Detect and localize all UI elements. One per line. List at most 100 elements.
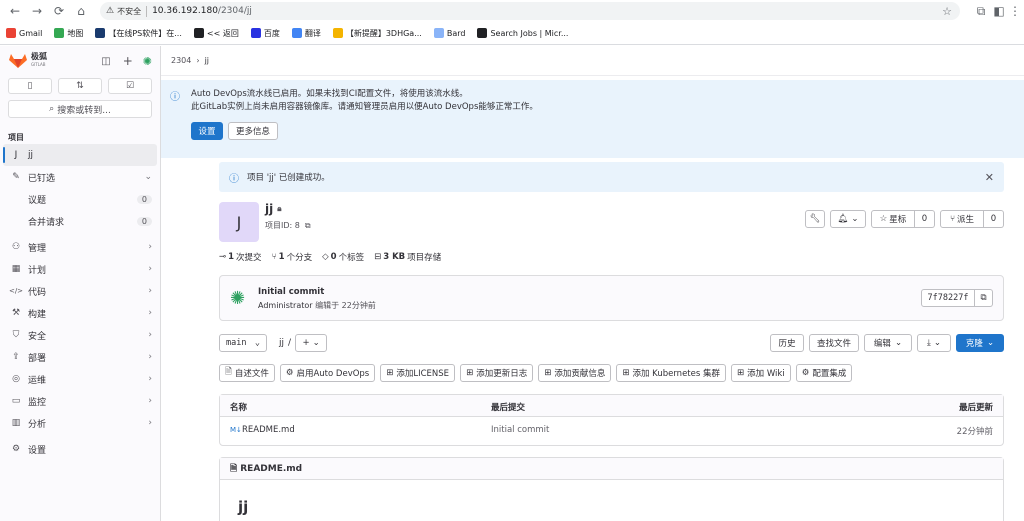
tags-count: 0	[330, 252, 337, 262]
notification-button[interactable]: 🔔︎ ⌄	[830, 210, 866, 228]
quick-action-label: 配置集成	[812, 369, 847, 379]
download-button[interactable]: ⤓ ⌄	[917, 334, 951, 352]
markdown-icon: M↓	[230, 426, 242, 434]
devops-settings-button[interactable]: 设置	[191, 122, 223, 140]
sidebar-item-merge-requests[interactable]: 合并请求 0	[0, 210, 160, 232]
address-bar[interactable]: ⚠ 不安全 10.36.192.180/2304/jj ☆	[100, 2, 960, 20]
table-row[interactable]: M↓ README.md Initial commit 22分钟前	[220, 417, 1003, 445]
file-name[interactable]: README.md	[242, 425, 295, 435]
sidebar-item-manage[interactable]: ⚇ 管理 ›	[0, 236, 160, 258]
brand-logo[interactable]: 极狐 GITLAB	[8, 53, 47, 69]
stat-storage[interactable]: ⊟ 3 KB 项目存储	[374, 251, 441, 263]
home-icon[interactable]: ⌂	[70, 1, 92, 21]
todo-button[interactable]: ▯	[8, 78, 52, 94]
forward-icon[interactable]: →	[26, 1, 48, 21]
issues-button[interactable]: ☑	[108, 78, 152, 94]
collapse-sidebar-icon[interactable]: ◫	[101, 56, 110, 67]
branch-selector[interactable]: main ⌄	[219, 334, 267, 352]
sidebar-item-settings[interactable]: ⚙ 设置	[0, 438, 160, 460]
sidebar-item-shield[interactable]: ⛉ 安全 ›	[0, 324, 160, 346]
brand-sub: GITLAB	[31, 62, 46, 67]
more-info-button[interactable]: 更多信息	[228, 122, 278, 140]
breadcrumb-project[interactable]: jj	[205, 56, 209, 65]
stat-tags[interactable]: ◇ 0 个标签	[322, 251, 364, 263]
sidebar-item-label: 分析	[28, 419, 47, 430]
edit-dropdown-button[interactable]: 编辑 ⌄	[864, 334, 912, 352]
tags-label: 个标签	[338, 253, 365, 263]
sidebar-item-project[interactable]: J jj	[3, 144, 157, 166]
bookmark-label: Bard	[446, 28, 466, 38]
star-button[interactable]: ☆ 星标	[871, 210, 915, 228]
breadcrumb-group[interactable]: 2304	[171, 56, 191, 65]
sidebar-search-button[interactable]: ⌕ 搜索或转到...	[8, 100, 152, 118]
bookmark-item[interactable]: 【新提醒】3DHGa...	[332, 28, 422, 39]
commit-sha[interactable]: 7f78227f	[921, 289, 975, 307]
success-alert: ⓘ 项目 'jj' 已创建成功。 ✕	[219, 162, 1004, 192]
file-icon: 🗎︎	[230, 463, 238, 474]
bookmark-item[interactable]: 地图	[54, 28, 83, 39]
bookmark-item[interactable]: 【在线PS软件】在...	[95, 28, 182, 39]
copy-icon[interactable]: ⧉	[305, 221, 311, 231]
bookmark-item[interactable]: Search Jobs | Micr...	[477, 28, 568, 38]
menu-icon[interactable]: ⋮	[1004, 1, 1024, 21]
commit-title[interactable]: Initial commit	[258, 287, 376, 297]
bookmark-item[interactable]: 百度	[250, 28, 280, 39]
bookmark-item[interactable]: Bard	[433, 28, 466, 38]
quick-action-button[interactable]: ⚙ 启用Auto DevOps	[279, 364, 376, 382]
merge-requests-button[interactable]: ⇅	[58, 78, 102, 94]
find-file-button[interactable]: 查找文件	[809, 334, 859, 352]
star-bookmark-icon[interactable]: ☆	[942, 5, 952, 18]
sidebar-item-deploy[interactable]: ⇪ 部署 ›	[0, 346, 160, 368]
path-project[interactable]: jj	[279, 338, 284, 348]
bookmarks-bar: Gmail 地图 【在线PS软件】在... << 返回 百度 翻译 【新提醒】3DHGa..…	[0, 24, 1024, 42]
quick-action-button[interactable]: ⊞ 添加更新日志	[460, 364, 534, 382]
history-button[interactable]: 历史	[770, 334, 804, 352]
chevron-right-icon: ›	[148, 396, 152, 406]
new-item-icon[interactable]: +	[123, 54, 133, 68]
quick-action-button[interactable]: ⊞ 添加 Wiki	[731, 364, 791, 382]
readme-filename[interactable]: README.md	[240, 464, 302, 474]
bookmark-item[interactable]: 翻译	[291, 28, 321, 39]
stat-commits[interactable]: ⊸ 1 次提交	[219, 251, 262, 263]
copy-sha-button[interactable]: ⧉	[975, 289, 993, 307]
admin-wrench-button[interactable]: 🔧︎	[805, 210, 825, 228]
user-avatar[interactable]: ✺	[143, 55, 152, 68]
project-stats: ⊸ 1 次提交 ⑂ 1 个分支 ◇ 0 个标签 ⊟ 3 KB 项目存储	[219, 250, 1004, 264]
last-commit-card: ✺ Initial commit Administrator 编辑于 22分钟前…	[219, 275, 1004, 321]
bookmark-item[interactable]: Gmail	[6, 28, 42, 38]
plus-square-icon: ⊞	[622, 368, 630, 378]
stat-branches[interactable]: ⑂ 1 个分支	[272, 251, 313, 263]
star-count[interactable]: 0	[915, 210, 935, 228]
url-path: /2304/jj	[217, 6, 252, 16]
commit-author[interactable]: Administrator	[258, 301, 313, 310]
sidebar-item-analytics[interactable]: ▥ 分析 ›	[0, 412, 160, 434]
mr-count-badge: 0	[136, 216, 152, 226]
sidebar-item-pinned[interactable]: ✎ 已钉选 ⌄	[0, 166, 160, 188]
star-label: 星标	[889, 215, 907, 225]
tag-icon: ◇	[322, 252, 329, 262]
quick-action-button[interactable]: ⊞ 添加 Kubernetes 集群	[616, 364, 726, 382]
add-to-tree-button[interactable]: + ⌄	[295, 334, 328, 352]
sidebar-item-issues[interactable]: 议题 0	[0, 188, 160, 210]
quick-action-button[interactable]: ⚙ 配置集成	[795, 364, 853, 382]
reload-icon[interactable]: ⟳	[48, 1, 70, 21]
file-table: 名称 最后提交 最后更新 M↓ README.md Initial commit…	[219, 394, 1004, 446]
clone-button[interactable]: 克隆 ⌄	[956, 334, 1004, 352]
quick-action-button[interactable]: ⊞ 添加LICENSE	[380, 364, 456, 382]
sidebar-item-plan[interactable]: ▦ 计划 ›	[0, 258, 160, 280]
file-last-commit[interactable]: Initial commit	[491, 425, 549, 435]
quick-action-button[interactable]: 🗎︎ 自述文件	[219, 364, 275, 382]
quick-action-button[interactable]: ⊞ 添加贡献信息	[538, 364, 612, 382]
close-icon[interactable]: ✕	[985, 171, 994, 184]
sidebar-item-operate[interactable]: ◎ 运维 ›	[0, 368, 160, 390]
sidebar-item-build[interactable]: ⚒ 构建 ›	[0, 302, 160, 324]
sidebar-item-code[interactable]: </> 代码 ›	[0, 280, 160, 302]
bookmark-label: 翻译	[304, 28, 321, 38]
fork-button[interactable]: ⑂ 派生	[940, 210, 984, 228]
plus-square-icon: ⊞	[466, 368, 474, 378]
url-text: 10.36.192.180/2304/jj	[152, 6, 252, 16]
fork-count[interactable]: 0	[984, 210, 1004, 228]
sidebar-item-monitor[interactable]: ▭ 监控 ›	[0, 390, 160, 412]
back-icon[interactable]: ←	[4, 1, 26, 21]
bookmark-item[interactable]: << 返回	[193, 28, 239, 39]
